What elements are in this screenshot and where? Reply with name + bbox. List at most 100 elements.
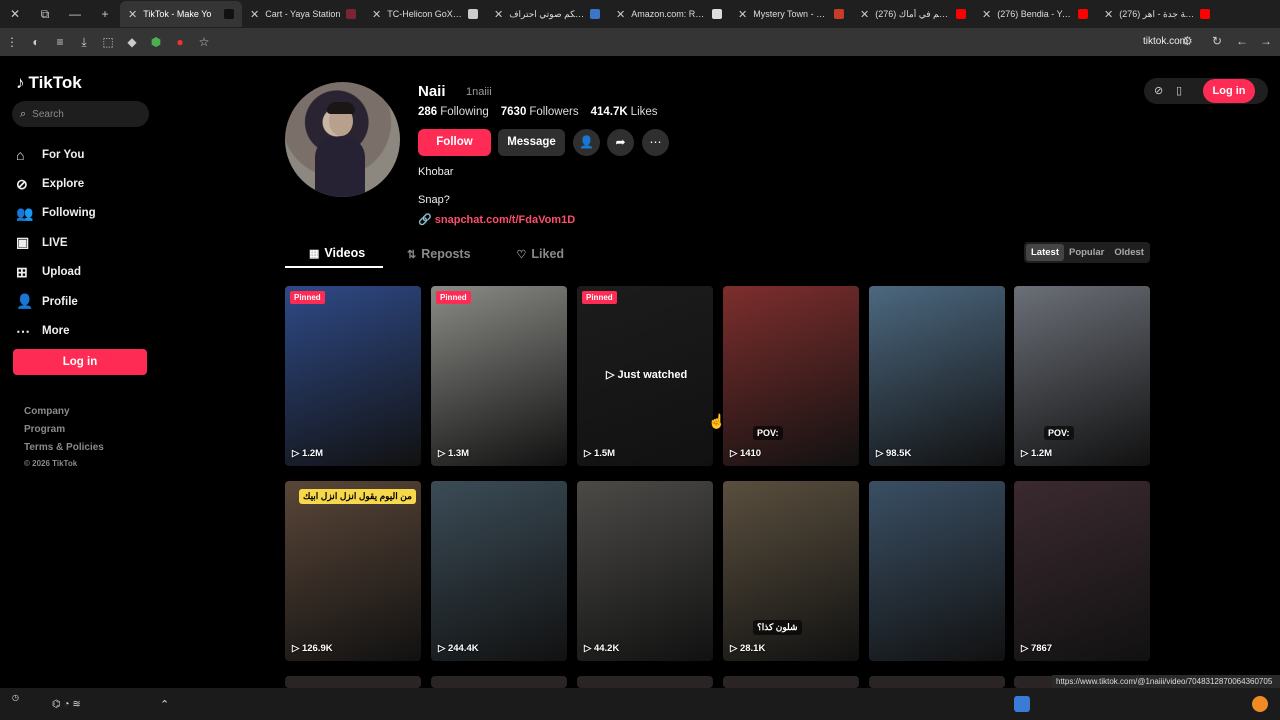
reload-icon[interactable]: ↻ xyxy=(1212,34,1222,48)
search-icon: ⌕ xyxy=(20,107,27,120)
browser-tab[interactable]: ✕ (276) ابفونة جدة - اهر xyxy=(1096,1,1218,27)
following-stat[interactable]: 286 Following xyxy=(418,106,489,118)
footer-link-terms[interactable]: Terms & Policies xyxy=(24,439,104,457)
back-icon[interactable]: ← xyxy=(1236,34,1248,48)
header-login-button[interactable]: Log in xyxy=(1203,79,1255,103)
close-tab-icon[interactable]: ✕ xyxy=(128,8,137,21)
minimize-window-icon[interactable]: — xyxy=(60,7,90,21)
browser-tab[interactable]: ✕ Cart - Yaya Station xyxy=(242,1,364,27)
video-card[interactable]: شلون كذا؟ ▷ 28.1K xyxy=(723,481,859,661)
sidebar-item-upload[interactable]: ⊞ Upload xyxy=(16,258,96,287)
tray-arrow-icon[interactable]: ⌃ xyxy=(160,698,169,711)
heart-icon: ♡ xyxy=(516,248,527,261)
close-window-icon[interactable]: ✕ xyxy=(0,7,30,21)
followers-stat[interactable]: 7630 Followers xyxy=(501,106,579,118)
video-card[interactable] xyxy=(285,676,421,688)
video-card[interactable] xyxy=(577,676,713,688)
tab-favicon-icon xyxy=(346,9,356,19)
sidebar-item-for-you[interactable]: ⌂ For You xyxy=(16,140,96,169)
close-tab-icon[interactable]: ✕ xyxy=(738,8,747,21)
browser-tab[interactable]: ✕ Amazon.com: RØDE xyxy=(608,1,730,27)
notification-icon[interactable] xyxy=(1252,696,1268,712)
link-icon: 🔗 xyxy=(418,214,435,226)
menu-icon[interactable]: ⋮ xyxy=(0,35,24,49)
login-button[interactable]: Log in xyxy=(13,349,147,375)
tiktok-logo[interactable]: ♪ TikTok xyxy=(16,73,82,93)
profile-stats: 286 Following 7630 Followers 414.7K Likes xyxy=(418,106,658,118)
more-options-icon[interactable]: ⋯ xyxy=(642,129,669,156)
video-card[interactable]: من اليوم يقول انزل انزل ابيك ▷ 126.9K xyxy=(285,481,421,661)
browser-tab[interactable]: ✕ (276) رميناهم في أماك xyxy=(852,1,974,27)
follow-button[interactable]: Follow xyxy=(418,129,491,156)
video-card[interactable] xyxy=(723,676,859,688)
close-tab-icon[interactable]: ✕ xyxy=(372,8,381,21)
bookmark-star-icon[interactable]: ☆ xyxy=(192,35,216,49)
browser-tab[interactable]: ✕ TC-Helicon GoXLR xyxy=(364,1,486,27)
sidebar-item-more[interactable]: ⋯ More xyxy=(16,316,96,345)
sidebar-item-profile[interactable]: 👤 Profile xyxy=(16,287,96,316)
record-icon[interactable]: ● xyxy=(168,35,192,49)
extension-icon[interactable]: ◆ xyxy=(120,35,144,49)
video-card[interactable]: Pinned ▷ Just watched ▷ 1.5M xyxy=(577,286,713,466)
sort-latest[interactable]: Latest xyxy=(1026,244,1064,261)
tab-liked[interactable]: ♡ Liked xyxy=(493,240,587,268)
close-tab-icon[interactable]: ✕ xyxy=(982,8,991,21)
shield-icon[interactable]: ⬢ xyxy=(144,35,168,49)
footer-link-program[interactable]: Program xyxy=(24,421,104,439)
sidebar: ♪ TikTok ⌕ Search ⌂ For You ⊘ Explore 👥 Follo… xyxy=(0,56,160,688)
sidebar-item-explore[interactable]: ⊘ Explore xyxy=(16,169,96,198)
sidebar-item-label: Explore xyxy=(42,178,85,191)
media-icon[interactable]: ≡ xyxy=(48,35,72,49)
add-friend-icon[interactable]: 👤 xyxy=(573,129,600,156)
video-card[interactable]: POV: ▷ 1410 xyxy=(723,286,859,466)
sidebar-item-following[interactable]: 👥 Following xyxy=(16,199,96,228)
browser-tab[interactable]: ✕ جهاز تحكم صوتي احتراف xyxy=(486,1,608,27)
tab-title: Mystery Town - MT S xyxy=(753,9,830,19)
windows-start-icon[interactable] xyxy=(1014,696,1030,712)
new-tab-button[interactable]: + xyxy=(90,7,120,21)
search-input[interactable]: ⌕ Search xyxy=(12,101,149,127)
video-card[interactable] xyxy=(869,676,1005,688)
footer-link-company[interactable]: Company xyxy=(24,403,104,421)
close-tab-icon[interactable]: ✕ xyxy=(1104,8,1113,21)
browser-tab[interactable]: ✕ TikTok - Make Yo xyxy=(120,1,242,27)
video-card[interactable]: ▷ 7867 xyxy=(1014,481,1150,661)
profile-icon[interactable]: ◐ xyxy=(24,35,48,49)
sidebar-item-live[interactable]: ▣ LIVE xyxy=(16,228,96,257)
tab-reposts[interactable]: ⇅ Reposts xyxy=(383,240,493,268)
restore-window-icon[interactable]: ⧉ xyxy=(30,7,60,22)
profile-link[interactable]: 🔗 snapchat.com/t/FdaVom1D xyxy=(418,213,575,226)
sort-oldest[interactable]: Oldest xyxy=(1109,244,1149,261)
sort-popular[interactable]: Popular xyxy=(1064,244,1109,261)
video-card[interactable]: ▷ 98.5K xyxy=(869,286,1005,466)
play-icon: ▷ xyxy=(1021,448,1031,459)
forward-icon[interactable]: → xyxy=(1260,34,1272,48)
pinned-badge: Pinned xyxy=(582,291,617,304)
browser-tab[interactable]: ✕ (276) Bendia - YouTu xyxy=(974,1,1096,27)
video-card[interactable]: Pinned ▷ 1.2M xyxy=(285,286,421,466)
browser-tab[interactable]: ✕ Mystery Town - MT S xyxy=(730,1,852,27)
sidebar-item-label: Profile xyxy=(42,295,78,308)
download-icon[interactable]: ⤓ xyxy=(72,35,96,50)
user-icon: 👤 xyxy=(16,293,34,310)
video-card[interactable]: ▷ 44.2K xyxy=(577,481,713,661)
close-tab-icon[interactable]: ✕ xyxy=(860,8,869,21)
tiktok-note-icon: ♪ xyxy=(16,73,25,92)
close-tab-icon[interactable]: ✕ xyxy=(616,8,625,21)
extensions-icon[interactable]: ⬚ xyxy=(96,35,120,49)
close-tab-icon[interactable]: ✕ xyxy=(250,8,259,21)
video-card[interactable] xyxy=(869,481,1005,661)
share-icon[interactable]: ➦ xyxy=(607,129,634,156)
site-settings-icon[interactable]: ⚙ xyxy=(1182,34,1193,48)
video-card[interactable]: POV: ▷ 1.2M xyxy=(1014,286,1150,466)
coin-icon[interactable]: ⊘ xyxy=(1154,84,1163,97)
video-card[interactable]: ▷ 244.4K xyxy=(431,481,567,661)
tab-videos[interactable]: ▦ Videos xyxy=(285,240,383,268)
video-card[interactable] xyxy=(431,676,567,688)
mobile-icon[interactable]: ▯ xyxy=(1176,84,1182,97)
message-button[interactable]: Message xyxy=(498,129,565,156)
video-card[interactable]: Pinned ▷ 1.3M xyxy=(431,286,567,466)
play-icon: ▷ xyxy=(730,448,740,459)
close-tab-icon[interactable]: ✕ xyxy=(494,8,503,21)
network-icon[interactable]: ⌬ ◔ ≋ xyxy=(52,699,81,710)
